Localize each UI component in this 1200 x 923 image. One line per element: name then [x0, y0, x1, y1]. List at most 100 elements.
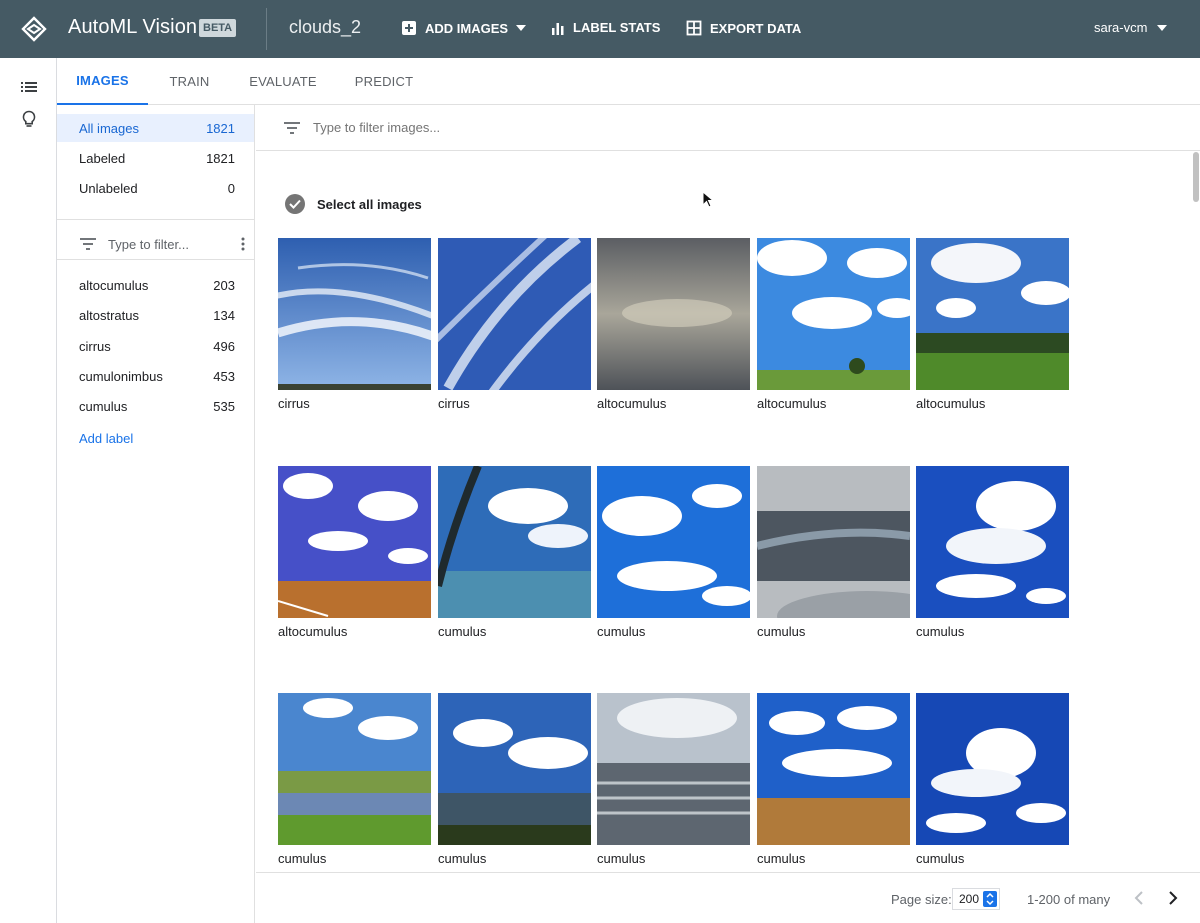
cirrus-photo-icon: [438, 238, 591, 390]
lake-sky-photo-icon: [278, 693, 431, 845]
filter-list-icon: [80, 238, 96, 250]
label-name: altostratus: [79, 307, 139, 323]
bar-chart-icon: [552, 22, 564, 35]
image-card[interactable]: altocumulus: [278, 466, 431, 639]
label-item[interactable]: altocumulus 203: [57, 271, 254, 299]
automl-logo-icon[interactable]: [20, 15, 48, 43]
label-item[interactable]: cirrus 496: [57, 332, 254, 360]
image-card[interactable]: altocumulus: [757, 238, 910, 411]
grid-table-icon: [686, 20, 702, 36]
tab-predict[interactable]: PREDICT: [349, 58, 419, 105]
header-divider: [266, 8, 267, 50]
beach-sky-photo-icon: [438, 466, 591, 618]
image-label: cumulus: [438, 624, 487, 639]
image-label: cumulus: [597, 624, 646, 639]
image-card[interactable]: altocumulus: [597, 238, 750, 411]
label-name: cirrus: [79, 338, 111, 354]
add-images-button[interactable]: ADD IMAGES: [401, 20, 527, 36]
page-range: 1-200 of many: [1027, 892, 1111, 907]
image-card[interactable]: cirrus: [278, 238, 431, 411]
export-data-button[interactable]: EXPORT DATA: [686, 20, 801, 36]
page-size-label: Page size:: [891, 892, 952, 907]
label-item[interactable]: altostratus 134: [57, 301, 254, 329]
add-box-icon: [402, 21, 416, 35]
filter-all-images[interactable]: All images 1821: [57, 114, 254, 142]
filter-unlabeled[interactable]: Unlabeled 0: [57, 174, 254, 202]
label-filter-placeholder: Type to filter...: [108, 236, 189, 252]
label-count: 496: [213, 338, 235, 354]
sidebar-divider: [57, 259, 254, 260]
blue-sky-photo-icon: [916, 693, 1069, 845]
blue-sky-photo-icon: [597, 466, 750, 618]
filter-count: 0: [227, 180, 235, 196]
image-label: altocumulus: [597, 396, 667, 411]
page-size-select[interactable]: 200: [952, 888, 1000, 910]
image-label: cumulus: [438, 851, 487, 866]
lake-sky-photo-icon: [438, 693, 591, 845]
tab-train[interactable]: TRAIN: [157, 58, 222, 105]
image-label: cirrus: [438, 396, 470, 411]
label-item[interactable]: cumulus 535: [57, 392, 254, 420]
field-sky-photo-icon: [757, 693, 910, 845]
image-label: cumulus: [757, 624, 806, 639]
label-count: 134: [213, 307, 235, 323]
desert-sky-photo-icon: [278, 466, 431, 618]
app-title: AutoML Vision: [68, 16, 198, 38]
chevron-left-icon[interactable]: [1134, 890, 1144, 906]
dataset-name: clouds_2: [289, 17, 362, 37]
sidebar-divider: [57, 219, 254, 220]
beta-badge: BETA: [199, 19, 237, 37]
chevron-right-icon[interactable]: [1168, 890, 1178, 906]
select-all-label: Select all images: [317, 196, 422, 212]
spinner-arrows-icon: [983, 891, 997, 907]
image-label: altocumulus: [757, 396, 827, 411]
image-card[interactable]: cumulus: [757, 466, 910, 639]
image-card[interactable]: cumulus: [757, 693, 910, 866]
image-card[interactable]: cumulus: [916, 693, 1069, 866]
list-icon[interactable]: [20, 78, 38, 96]
user-name: sara-vcm: [1094, 20, 1148, 35]
check-circle-icon: [285, 194, 305, 214]
select-all-images[interactable]: Select all images: [285, 194, 422, 214]
image-label: cirrus: [278, 396, 310, 411]
add-label-link[interactable]: Add label: [79, 431, 133, 446]
vertical-scrollbar[interactable]: [1193, 152, 1199, 202]
left-nav-rail: [0, 58, 57, 923]
label-stats-button[interactable]: LABEL STATS: [551, 20, 660, 35]
image-card[interactable]: cumulus: [597, 466, 750, 639]
user-menu[interactable]: sara-vcm: [1094, 20, 1168, 35]
label-stats-label: LABEL STATS: [573, 20, 661, 35]
label-filter-field[interactable]: Type to filter...: [79, 230, 249, 258]
image-card[interactable]: cumulus: [597, 693, 750, 866]
image-card[interactable]: cirrus: [438, 238, 591, 411]
filter-labeled[interactable]: Labeled 1821: [57, 144, 254, 172]
image-filter-bar: [256, 105, 1200, 151]
label-name: altocumulus: [79, 277, 149, 293]
filter-count: 1821: [206, 150, 235, 166]
image-label: cumulus: [757, 851, 806, 866]
field-sky-photo-icon: [757, 238, 910, 390]
add-images-label: ADD IMAGES: [425, 20, 509, 36]
chevron-down-icon: [516, 25, 527, 31]
image-filter-input[interactable]: [313, 120, 713, 135]
image-card[interactable]: cumulus: [438, 466, 591, 639]
label-count: 453: [213, 368, 235, 384]
filter-label: Unlabeled: [79, 180, 138, 196]
image-label: cumulus: [597, 851, 646, 866]
tab-evaluate[interactable]: EVALUATE: [243, 58, 323, 105]
grey-sky-photo-icon: [597, 238, 750, 390]
tab-images[interactable]: IMAGES: [57, 58, 148, 105]
blue-sky-photo-icon: [916, 466, 1069, 618]
image-card[interactable]: altocumulus: [916, 238, 1069, 411]
image-card[interactable]: cumulus: [438, 693, 591, 866]
lightbulb-icon[interactable]: [20, 110, 38, 128]
image-label: altocumulus: [278, 624, 348, 639]
chevron-down-icon: [1157, 24, 1168, 31]
sea-sky-photo-icon: [597, 693, 750, 845]
label-item[interactable]: cumulonimbus 453: [57, 362, 254, 390]
label-count: 535: [213, 398, 235, 414]
image-card[interactable]: cumulus: [916, 466, 1069, 639]
more-vert-icon[interactable]: [241, 237, 245, 251]
image-card[interactable]: cumulus: [278, 693, 431, 866]
image-label: cumulus: [916, 624, 965, 639]
